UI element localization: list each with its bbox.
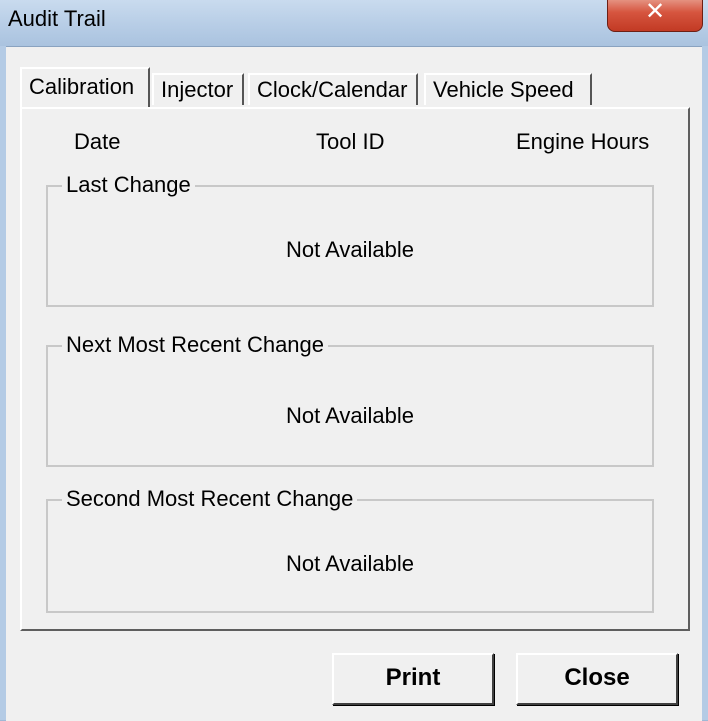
window-frame-right [702,46,708,720]
column-header-engine-hours: Engine Hours [516,129,650,154]
print-button[interactable]: Print [332,653,494,705]
column-header-tool-id: Tool ID [316,129,385,154]
tab-injector[interactable]: Injector [152,73,244,105]
group-value: Not Available [285,551,414,576]
tab-panel-calibration: Date Tool ID Engine Hours Last Change No… [20,107,690,631]
group-value: Not Available [285,403,414,428]
group-next-most-recent-change: Next Most Recent Change Not Available [46,332,654,467]
group-second-most-recent-change: Second Most Recent Change Not Available [46,486,654,613]
group-title: Next Most Recent Change [62,332,329,358]
tab-clock-calendar[interactable]: Clock/Calendar [248,73,418,105]
group-value: Not Available [285,237,414,262]
group-title: Second Most Recent Change [62,486,358,512]
close-button[interactable]: Close [516,653,678,705]
group-title: Last Change [62,172,195,198]
tab-calibration[interactable]: Calibration [20,67,150,107]
window-titlebar[interactable]: Audit Trail [0,0,708,46]
dialog-client-area: Date Tool ID Engine Hours Last Change No… [6,46,702,721]
window-close-icon[interactable]: ✕ [607,0,703,32]
group-last-change: Last Change Not Available [46,172,654,307]
window-title: Audit Trail [8,6,106,31]
tab-vehicle-speed[interactable]: Vehicle Speed [424,73,592,105]
column-header-date: Date [74,129,121,154]
